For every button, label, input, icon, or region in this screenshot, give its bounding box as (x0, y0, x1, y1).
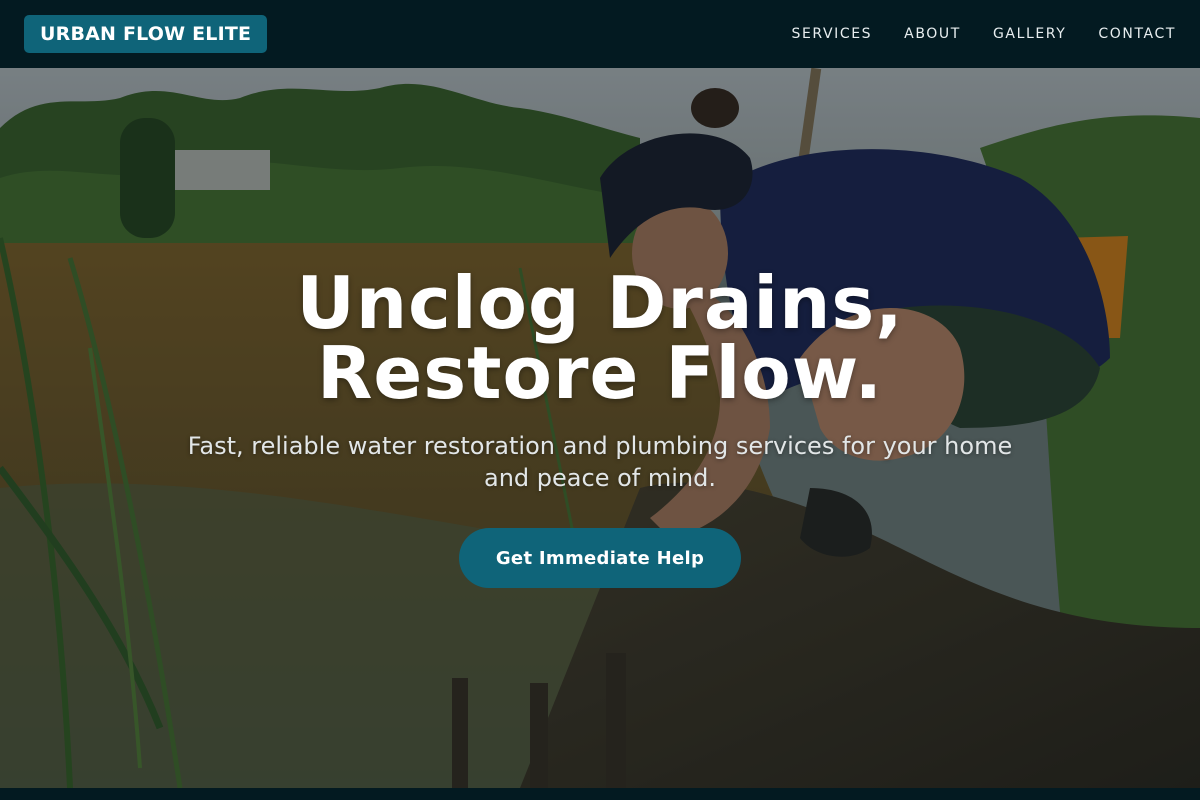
hero-section: Unclog Drains, Restore Flow. Fast, relia… (0, 68, 1200, 788)
hero-subtext: Fast, reliable water restoration and plu… (187, 432, 1013, 492)
nav-link-gallery[interactable]: GALLERY (993, 26, 1066, 42)
bottom-edge-bar (0, 788, 1200, 800)
get-immediate-help-button[interactable]: Get Immediate Help (459, 528, 741, 588)
hero-content: Unclog Drains, Restore Flow. Fast, relia… (0, 68, 1200, 788)
hero-headline-line-1: Unclog Drains, (296, 261, 904, 345)
nav-link-contact[interactable]: CONTACT (1098, 26, 1176, 42)
nav-links: SERVICES ABOUT GALLERY CONTACT (791, 26, 1176, 42)
hero-headline: Unclog Drains, Restore Flow. (296, 261, 904, 415)
nav-link-about[interactable]: ABOUT (904, 26, 961, 42)
hero-headline-line-2: Restore Flow. (316, 331, 883, 415)
top-navigation: URBAN FLOW ELITE SERVICES ABOUT GALLERY … (0, 0, 1200, 68)
brand-logo[interactable]: URBAN FLOW ELITE (24, 15, 268, 53)
nav-link-services[interactable]: SERVICES (791, 26, 872, 42)
